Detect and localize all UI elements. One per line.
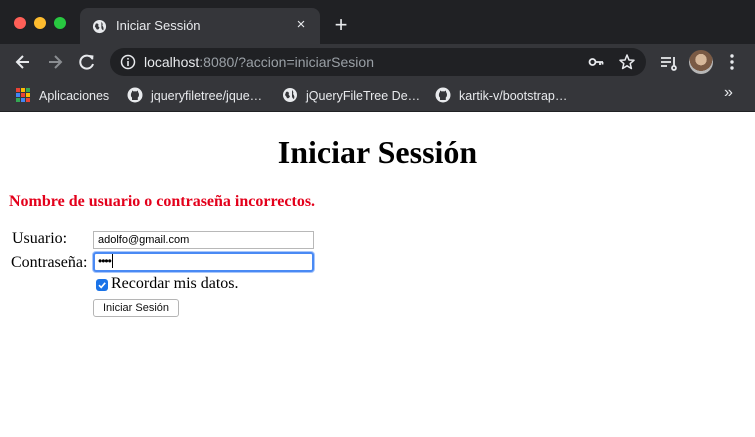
reload-icon[interactable] [76, 51, 98, 73]
bookmark-kartik-v[interactable]: kartik-v/bootstrap… [459, 86, 567, 106]
forward-arrow-icon[interactable] [44, 51, 66, 73]
tab-title: Iniciar Sessión [116, 18, 201, 33]
remember-checkbox[interactable] [96, 279, 108, 291]
password-input[interactable]: •••• [93, 252, 314, 272]
login-button[interactable]: Iniciar Sesión [93, 299, 179, 317]
error-message: Nombre de usuario o contraseña incorrect… [9, 193, 316, 210]
username-input[interactable]: adolfo@gmail.com [93, 231, 314, 249]
bookmarks-overflow-icon[interactable]: » [724, 84, 733, 102]
back-arrow-icon[interactable] [12, 51, 34, 73]
address-bar[interactable]: localhost:8080/?accion=iniciarSesion [110, 48, 646, 76]
username-label: Usuario: [12, 230, 68, 247]
page-title: Iniciar Sessión [277, 134, 478, 170]
bookmarks-bar: Aplicaciones jqueryfiletree/jque… jQuery… [0, 80, 755, 112]
checkmark-icon [98, 282, 106, 289]
page-content: Iniciar Sessión Nombre de usuario o cont… [0, 112, 755, 437]
globe-icon [92, 19, 107, 34]
menu-dots-icon[interactable] [724, 51, 740, 73]
reading-list-icon[interactable] [657, 51, 679, 73]
password-value: •••• [98, 254, 112, 268]
bookmark-star-icon[interactable] [618, 53, 636, 71]
browser-toolbar: localhost:8080/?accion=iniciarSesion [0, 44, 755, 80]
github-icon [435, 87, 451, 103]
browser-tab[interactable]: Iniciar Sessión × [80, 8, 320, 44]
browser-tab-strip: Iniciar Sessión × + [0, 0, 755, 44]
minimize-window-button[interactable] [34, 17, 46, 29]
globe-icon [283, 88, 297, 102]
apps-grid-icon [16, 88, 30, 102]
close-window-button[interactable] [14, 17, 26, 29]
bookmark-jqueryfiletree[interactable]: jqueryfiletree/jque… [151, 86, 262, 106]
info-icon[interactable] [120, 54, 136, 70]
maximize-window-button[interactable] [54, 17, 66, 29]
key-icon[interactable] [588, 54, 604, 70]
profile-avatar[interactable] [689, 50, 713, 74]
remember-label[interactable]: Recordar mis datos. [111, 275, 239, 293]
new-tab-button[interactable]: + [330, 14, 352, 36]
password-label: Contraseña: [11, 254, 88, 271]
github-icon [127, 87, 143, 103]
bookmark-aplicaciones[interactable]: Aplicaciones [39, 86, 109, 106]
url-text[interactable]: localhost:8080/?accion=iniciarSesion [144, 54, 374, 70]
close-tab-icon[interactable]: × [292, 16, 310, 34]
bookmark-jqueryfiletree-demo[interactable]: jQueryFileTree De… [306, 86, 420, 106]
